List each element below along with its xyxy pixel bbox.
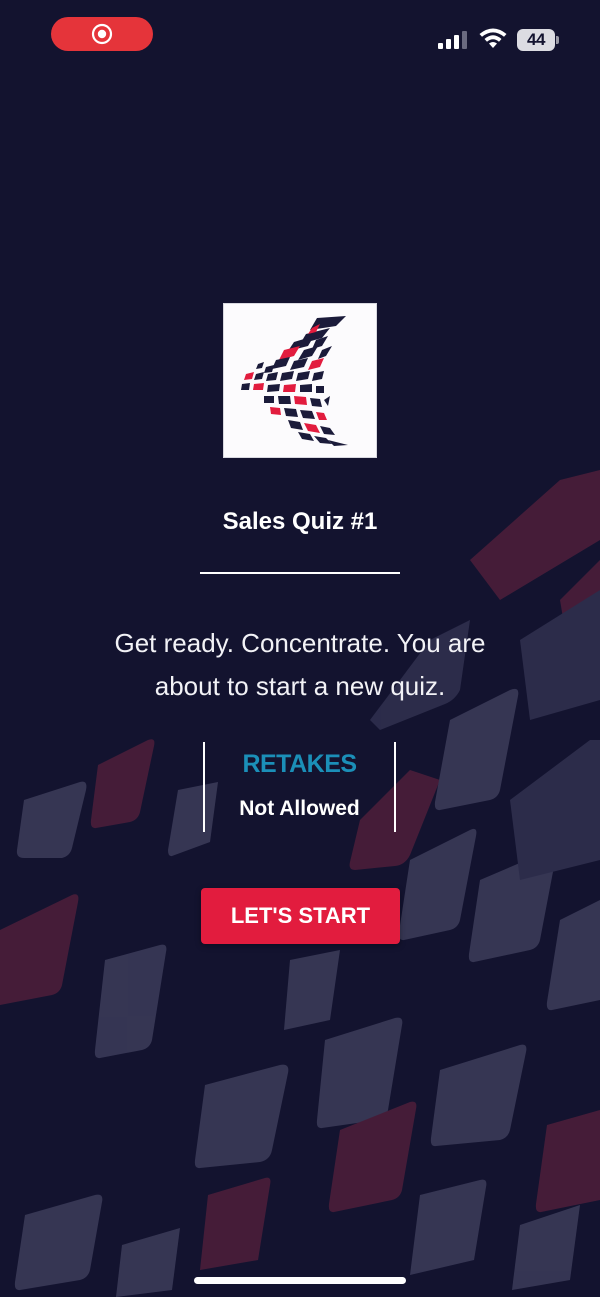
home-indicator[interactable]	[194, 1277, 406, 1284]
retakes-label: RETAKES	[242, 750, 357, 778]
battery-level: 44	[527, 30, 545, 49]
intro-text: Get ready. Concentrate. You are about to…	[80, 622, 520, 708]
battery-nub	[556, 36, 559, 44]
intro-line-2: about to start a new quiz.	[154, 671, 446, 701]
lets-start-button[interactable]: LET'S START	[201, 888, 400, 944]
quiz-title: Sales Quiz #1	[222, 508, 378, 535]
wifi-icon	[479, 28, 507, 48]
retakes-value: Not Allowed	[239, 797, 360, 820]
screen-recording-indicator[interactable]	[51, 17, 153, 51]
quiz-logo	[223, 303, 377, 458]
intro-line-1: Get ready. Concentrate. You are	[114, 628, 486, 658]
cellular-signal-icon	[438, 31, 467, 49]
status-bar: 44	[0, 0, 600, 80]
quiz-start-screen: Sales Quiz #1 Get ready. Concentrate. Yo…	[0, 0, 600, 1297]
title-divider	[200, 572, 400, 574]
company-logo	[241, 316, 348, 446]
retakes-info: RETAKES Not Allowed	[203, 742, 396, 832]
screen-record-icon	[91, 23, 113, 45]
battery-indicator: 44	[517, 29, 555, 51]
